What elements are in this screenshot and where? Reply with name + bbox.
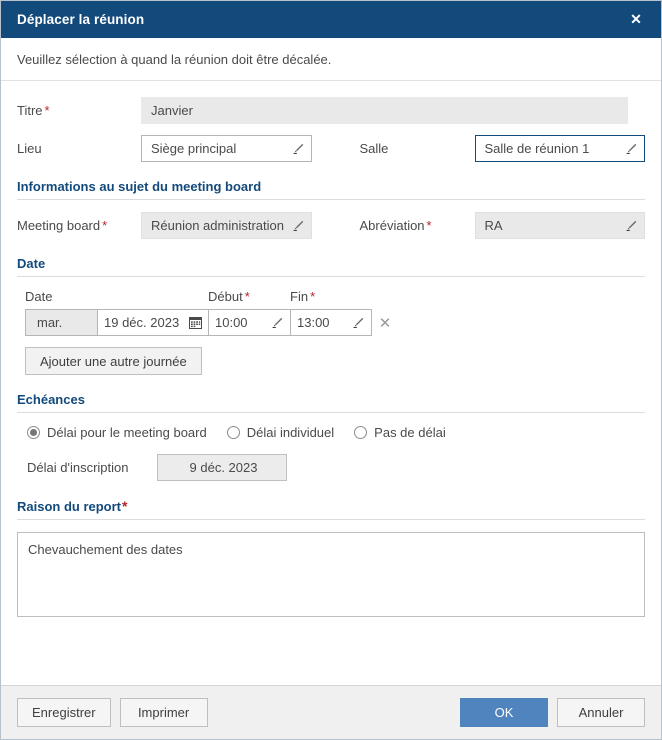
label-titre-text: Titre — [17, 103, 43, 118]
required-marker: * — [244, 289, 250, 304]
section-heading-reason: Raison du report* — [17, 498, 645, 520]
input-lieu[interactable]: Siège principal — [141, 135, 312, 162]
field-row-lieu-salle: Lieu Siège principal Salle Salle de réun… — [17, 135, 645, 162]
section-heading-reason-text: Raison du report — [17, 499, 122, 514]
dialog-title: Déplacer la réunion — [17, 12, 145, 27]
label-titre: Titre * — [17, 103, 141, 118]
field-row-titre: Titre * Janvier — [17, 97, 645, 124]
add-another-day-button[interactable]: Ajouter une autre journée — [25, 347, 202, 375]
input-meeting-board-value: Réunion administration — [151, 218, 284, 233]
pencil-icon[interactable] — [291, 219, 305, 233]
section-heading-meeting-board: Informations au sujet du meeting board — [17, 179, 645, 200]
date-column-headers: Date Début * Fin * — [25, 289, 645, 304]
required-marker: * — [122, 498, 128, 514]
column-header-debut-text: Début — [208, 289, 243, 304]
input-end-time[interactable]: 13:00 — [290, 309, 372, 336]
save-button[interactable]: Enregistrer — [17, 698, 111, 727]
input-start-time-value: 10:00 — [215, 315, 248, 330]
move-meeting-dialog: Déplacer la réunion ✕ Veuillez sélection… — [0, 0, 662, 740]
input-date-value: 19 déc. 2023 — [104, 315, 180, 330]
input-registration-deadline[interactable]: 9 déc. 2023 — [157, 454, 287, 481]
textarea-reason[interactable]: Chevauchement des dates — [17, 532, 645, 617]
radio-delai-meeting-board-label: Délai pour le meeting board — [47, 425, 207, 440]
input-start-time[interactable]: 10:00 — [208, 309, 290, 336]
input-date[interactable]: 19 déc. 2023 — [97, 309, 208, 336]
input-abreviation-value: RA — [484, 218, 503, 233]
pencil-icon[interactable] — [624, 142, 638, 156]
column-header-fin: Fin * — [290, 289, 370, 304]
deadline-options: Délai pour le meeting board Délai indivi… — [17, 425, 645, 440]
radio-icon — [27, 426, 40, 439]
radio-pas-de-delai-label: Pas de délai — [374, 425, 446, 440]
column-header-fin-text: Fin — [290, 289, 309, 304]
radio-icon — [226, 426, 240, 439]
close-icon[interactable]: ✕ — [625, 9, 647, 31]
calendar-icon[interactable] — [189, 316, 202, 329]
dialog-body: Titre * Janvier Lieu Siège principal Sall… — [1, 81, 661, 685]
input-end-time-value: 13:00 — [297, 315, 330, 330]
ok-button[interactable]: OK — [460, 698, 548, 727]
remove-date-row-icon[interactable]: ✕ — [372, 309, 398, 336]
input-salle[interactable]: Salle de réunion 1 — [474, 135, 645, 162]
date-block: Date Début * Fin * mar. 19 déc. 2023 10:… — [17, 289, 645, 375]
section-heading-deadlines: Echéances — [17, 392, 645, 413]
label-abreviation: Abréviation * — [360, 218, 475, 233]
pencil-icon[interactable] — [624, 219, 638, 233]
input-meeting-board[interactable]: Réunion administration — [141, 212, 312, 239]
radio-delai-individuel-label: Délai individuel — [246, 425, 335, 440]
pencil-icon[interactable] — [291, 142, 305, 156]
pencil-icon[interactable] — [351, 316, 365, 330]
radio-delai-meeting-board[interactable]: Délai pour le meeting board — [27, 425, 207, 440]
dialog-footer: Enregistrer Imprimer OK Annuler — [1, 685, 661, 739]
date-row: mar. 19 déc. 2023 10:00 13:00 ✕ — [25, 309, 645, 336]
pencil-icon[interactable] — [270, 316, 284, 330]
registration-deadline-row: Délai d'inscription 9 déc. 2023 — [17, 454, 645, 481]
input-titre-value: Janvier — [151, 103, 193, 118]
section-heading-date: Date — [17, 256, 645, 277]
input-salle-value: Salle de réunion 1 — [484, 141, 590, 156]
field-row-meeting-board: Meeting board * Réunion administration Ab… — [17, 212, 645, 239]
required-marker: * — [102, 218, 108, 233]
input-registration-deadline-value: 9 déc. 2023 — [189, 460, 258, 475]
dialog-titlebar: Déplacer la réunion ✕ — [1, 1, 661, 38]
required-marker: * — [310, 289, 316, 304]
dialog-instruction: Veuillez sélection à quand la réunion do… — [1, 38, 661, 81]
footer-left-actions: Enregistrer Imprimer — [17, 698, 208, 727]
print-button[interactable]: Imprimer — [119, 698, 208, 727]
input-titre[interactable]: Janvier — [141, 97, 628, 124]
label-lieu: Lieu — [17, 141, 42, 156]
input-abreviation[interactable]: RA — [474, 212, 645, 239]
input-lieu-value: Siège principal — [151, 141, 237, 156]
label-registration-deadline: Délai d'inscription — [27, 460, 129, 475]
label-meeting-board: Meeting board * — [17, 218, 141, 233]
label-meeting-board-text: Meeting board — [17, 218, 101, 233]
label-salle: Salle — [359, 141, 389, 156]
required-marker: * — [44, 103, 50, 118]
radio-icon — [354, 426, 368, 439]
label-abreviation-text: Abréviation — [359, 218, 425, 233]
date-weekday: mar. — [25, 309, 97, 336]
cancel-button[interactable]: Annuler — [557, 698, 645, 727]
required-marker: * — [426, 218, 432, 233]
column-header-date: Date — [25, 289, 53, 304]
column-header-debut: Début * — [208, 289, 290, 304]
radio-delai-individuel[interactable]: Délai individuel — [226, 425, 335, 440]
footer-right-actions: OK Annuler — [460, 698, 645, 727]
radio-pas-de-delai[interactable]: Pas de délai — [354, 425, 446, 440]
